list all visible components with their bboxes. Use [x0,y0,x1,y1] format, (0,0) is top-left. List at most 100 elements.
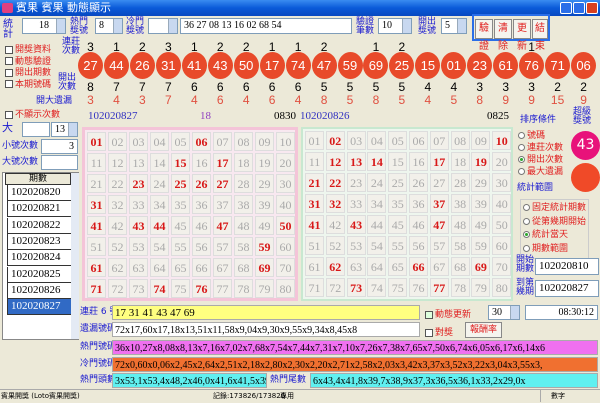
previous-grid-cell: 50 [492,215,511,234]
draw-spinner[interactable]: 5 [441,18,467,34]
ball-number: 17 [260,52,285,79]
ball-number: 26 [130,52,155,79]
dynamic-update-checkbox[interactable]: 動態更新 [425,307,471,320]
radio-option[interactable]: 從第幾期開始 [523,216,586,230]
previous-grid-cell: 15 [388,152,407,171]
numbers-input[interactable]: 36 27 08 13 16 02 68 54 [180,18,352,34]
previous-grid-cell: 09 [471,131,490,150]
previous-grid-cell: 58 [451,236,470,255]
big-count-input[interactable] [41,155,78,170]
previous-grid-cell: 43 [347,215,366,234]
max-miss: 5 [338,93,363,107]
verify-spinner[interactable]: 10 [378,18,412,34]
previous-grid-cell: 45 [388,215,407,234]
current-grid-cell: 11 [87,153,106,172]
cold-numbers-field[interactable]: 72x0,60x0,06x2,45x2,64x2,51x2,18x2,80x2,… [112,357,598,372]
count-label: 開出次數 [58,74,78,92]
radio-option[interactable]: 號碼 [518,130,563,142]
end-input[interactable]: 102020827 [535,280,599,297]
previous-grid-cell: 42 [326,215,345,234]
option-checkbox[interactable]: 動態驗證 [5,57,51,69]
cold-spinner[interactable] [148,18,178,34]
minimize-button[interactable] [560,2,572,14]
table-row[interactable]: 102020823 [7,234,73,250]
current-grid-cell: 50 [276,216,295,235]
hot-head-field[interactable]: 3x53,1x53,4x48,2x46,0x41,6x41,5x39,7x [112,373,267,388]
radio-option[interactable]: 固定統計期數 [523,202,586,216]
checkbox-box[interactable] [5,80,13,88]
option-checkbox[interactable]: 本期號碼 [5,80,51,92]
previous-grid-cell: 65 [388,257,407,276]
current-grid-cell: 65 [171,258,190,277]
previous-grid-cell: 76 [409,278,428,297]
big-spinner[interactable]: 13 [51,122,78,137]
checkbox-label: 開獎資料 [15,45,51,55]
previous-grid-cell: 20 [492,152,511,171]
close-button[interactable] [586,2,598,14]
radio-button[interactable] [523,218,530,225]
previous-grid-cell: 31 [305,194,324,213]
radio-label: 號碼 [527,131,545,141]
big-input[interactable] [22,122,50,137]
hot-spinner[interactable]: 8 [95,18,123,34]
status-keyboard: 數字 [540,390,585,402]
radio-button[interactable] [518,144,525,151]
radio-option[interactable]: 連莊次數 [518,142,563,154]
hot-numbers-field[interactable]: 36x10,27x8,08x8,13x7,16x7,02x7,68x7,54x7… [112,340,598,355]
previous-grid-cell: 68 [451,257,470,276]
checkbox-box[interactable] [5,46,13,54]
hot-tail-field[interactable]: 6x43,4x41,8x39,7x38,9x37,3x36,5x36,1x33,… [310,373,598,388]
return-rate-button[interactable]: 報酬率 [465,322,502,338]
clear-button[interactable]: 清除 [494,19,512,39]
maximize-button[interactable] [573,2,585,14]
verify-button[interactable]: 驗證 [475,19,493,39]
ball-number: 76 [519,52,544,79]
radio-option[interactable]: 開出次數 [518,154,563,166]
match-checkbox[interactable]: 對獎 [425,325,453,338]
radio-button[interactable] [523,245,530,252]
hot-label: 熱門獎號 [70,18,92,36]
previous-grid-cell: 46 [409,215,428,234]
option-checkbox[interactable]: 開出期數 [5,68,51,80]
dynamic-interval-spinner[interactable]: 30 [488,305,520,320]
button-group: 驗證 清除 更新 結束 [472,14,550,41]
radio-button[interactable] [518,168,525,175]
radio-button[interactable] [523,204,530,211]
checkbox-label: 動態驗證 [15,57,51,67]
ball-number: 27 [78,52,103,79]
checkbox-box[interactable] [5,57,13,65]
previous-grid-cell: 08 [451,131,470,150]
table-scrollbar[interactable] [71,173,79,339]
exit-button[interactable]: 結束 [532,19,548,39]
radio-button[interactable] [518,132,525,139]
small-count-input[interactable]: 3 [41,139,78,154]
table-row[interactable]: 102020824 [7,250,73,266]
current-grid-cell: 27 [213,174,232,193]
radio-button[interactable] [523,231,530,238]
radio-option[interactable]: 統計當天 [523,229,586,243]
radio-option[interactable]: 期數範圍 [523,243,586,257]
stat-spinner[interactable]: 18 [22,18,66,34]
hide-count-checkbox[interactable]: 不顯示次數 [5,107,60,120]
table-row[interactable]: 102020825 [7,267,73,283]
checkbox-box[interactable] [5,69,13,77]
radio-option[interactable]: 最大遺漏 [518,166,563,178]
draw-count: 5 [389,80,414,94]
max-miss: 4 [415,93,440,107]
table-row[interactable]: 102020827 [7,299,73,315]
table-row[interactable]: 102020822 [7,218,73,234]
radio-label: 從第幾期開始 [532,217,586,227]
option-checkbox[interactable]: 開獎資料 [5,45,51,57]
streak6-field[interactable]: 17 31 41 43 47 69 [112,305,420,320]
table-row[interactable]: 102020826 [7,283,73,299]
table-row[interactable]: 102020821 [7,201,73,217]
table-row[interactable]: 102020820 [7,185,73,201]
previous-grid-cell: 18 [451,152,470,171]
big-spin-value: 13 [55,124,65,135]
radio-button[interactable] [518,156,525,163]
current-grid-cell: 28 [234,174,253,193]
miss-numbers-field[interactable]: 72x17,60x17,18x13,51x11,58x9,04x9,30x9,5… [112,322,420,337]
update-button[interactable]: 更新 [513,19,531,39]
start-input[interactable]: 102020810 [535,258,599,275]
current-grid-cell: 54 [150,237,169,256]
